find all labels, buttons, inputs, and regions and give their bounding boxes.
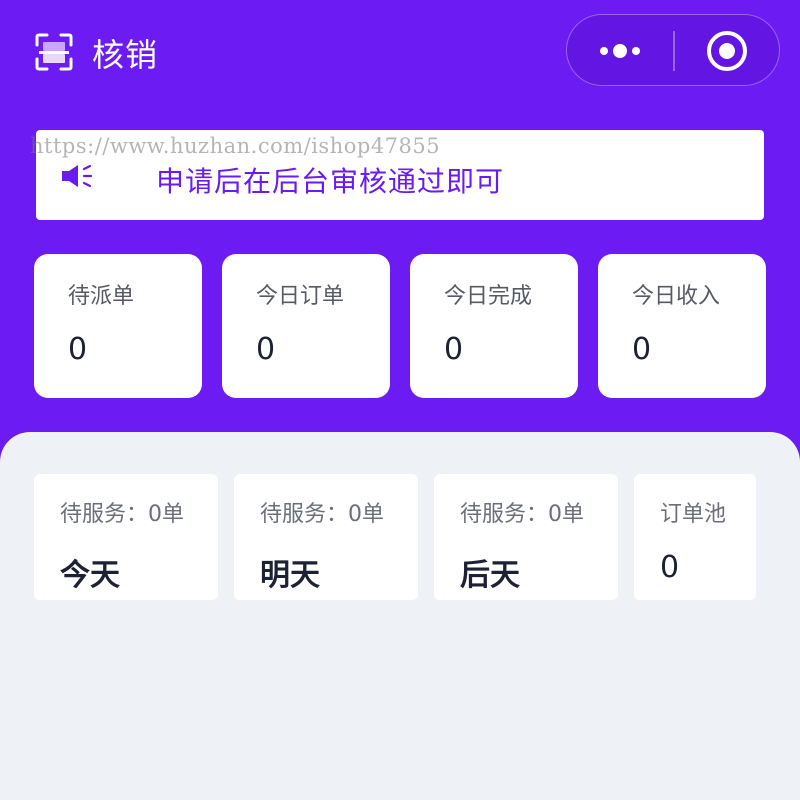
speaker-icon [62, 164, 93, 188]
page-title: 核销 [92, 36, 159, 74]
day-card-today[interactable]: 待服务：0单 今天 [34, 474, 218, 600]
order-pool-label: 订单池 [660, 502, 727, 527]
pending-service-count: 待服务：0单 [260, 502, 384, 527]
stat-card-today-orders[interactable]: 今日订单 0 [222, 254, 390, 398]
order-pool-value: 0 [660, 550, 680, 585]
stat-label: 今日收入 [632, 284, 721, 309]
day-card-tomorrow[interactable]: 待服务：0单 明天 [234, 474, 418, 600]
pending-service-count: 待服务：0单 [60, 502, 184, 527]
nav-bar: 核销 [0, 0, 800, 100]
capsule-divider [673, 31, 675, 71]
mini-program-capsule [566, 14, 780, 86]
day-card-day-after-tomorrow[interactable]: 待服务：0单 后天 [434, 474, 618, 600]
day-label: 今天 [60, 558, 120, 593]
stat-card-today-income[interactable]: 今日收入 0 [598, 254, 766, 398]
day-label: 明天 [260, 558, 320, 593]
order-pool-card[interactable]: 订单池 0 [634, 474, 756, 600]
pending-service-count: 待服务：0单 [460, 502, 584, 527]
stat-value: 0 [68, 332, 88, 367]
stat-value: 0 [256, 332, 276, 367]
stat-card-today-completed[interactable]: 今日完成 0 [410, 254, 578, 398]
notice-text: 申请后在后台审核通过即可 [156, 165, 505, 198]
more-dots-icon [613, 44, 627, 58]
stat-card-pending-dispatch[interactable]: 待派单 0 [34, 254, 202, 398]
more-button[interactable] [567, 15, 673, 85]
watermark-text: https://www.huzhan.com/ishop47855 [30, 134, 441, 158]
stat-label: 今日完成 [444, 284, 533, 309]
stat-value: 0 [444, 332, 464, 367]
more-dots-icon [600, 47, 608, 55]
stat-value: 0 [632, 332, 652, 367]
close-circle-dot [719, 43, 735, 59]
scan-icon[interactable] [34, 32, 74, 72]
day-label: 后天 [460, 558, 520, 593]
close-circle-icon[interactable] [707, 31, 747, 71]
more-dots-icon [632, 47, 640, 55]
stat-label: 今日订单 [256, 284, 345, 309]
stat-label: 待派单 [68, 284, 135, 309]
